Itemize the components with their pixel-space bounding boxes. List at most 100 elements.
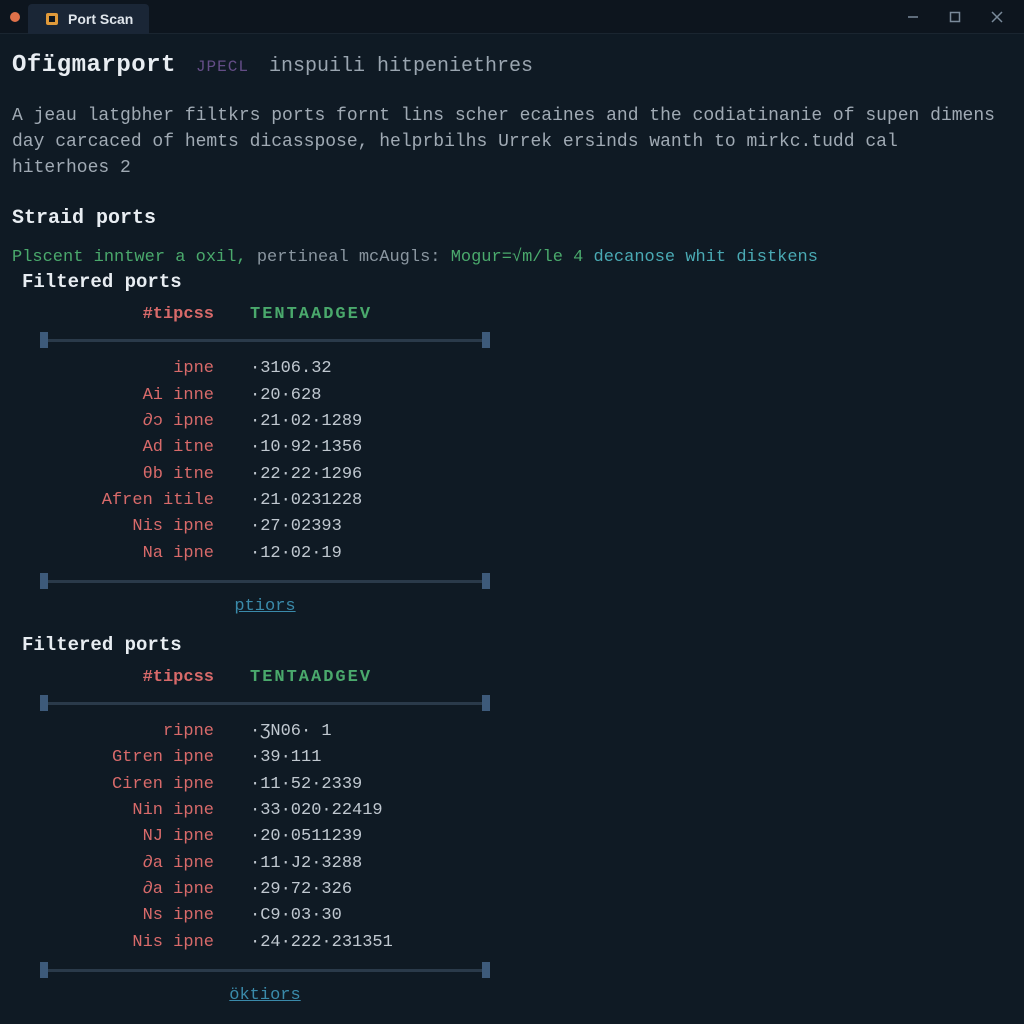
port-name: Nis ipne	[40, 514, 250, 540]
port-name: Ns ipne	[40, 903, 250, 929]
separator-handle-right[interactable]	[482, 573, 490, 589]
port-name: ∂a ipne	[40, 851, 250, 877]
table-row: Nis ipne·27·02393	[40, 514, 1012, 540]
table-header: #tipcss TENTAADGEV	[40, 668, 1012, 693]
separator-handle-left[interactable]	[40, 962, 48, 978]
port-value: ·10·92·1356	[250, 435, 362, 461]
col-header-1: #tipcss	[40, 668, 250, 687]
port-name: NJ ipne	[40, 824, 250, 850]
status-part-3: Mogur=√m/le 4	[451, 248, 584, 267]
port-name: Na ipne	[40, 541, 250, 567]
options-link[interactable]: öktiors	[229, 986, 300, 1005]
status-part-4: decanose whit distkens	[583, 248, 818, 267]
status-line: Plscent inntwer a oxil, pertineal mcAugl…	[12, 248, 1012, 267]
table-row: NJ ipne·20·0511239	[40, 824, 1012, 850]
separator-handle-left[interactable]	[40, 332, 48, 348]
port-name: Nin ipne	[40, 798, 250, 824]
port-value: ·27·02393	[250, 514, 342, 540]
separator-handle-left[interactable]	[40, 695, 48, 711]
port-value: ·21·0231228	[250, 488, 362, 514]
page-title: Ofïgmarport	[12, 52, 176, 79]
port-value: ·20·0511239	[250, 824, 362, 850]
port-name: Afren itile	[40, 488, 250, 514]
table-separator	[40, 332, 490, 348]
title-bar: Port Scan	[0, 0, 1024, 34]
subsection-heading: Filtered ports	[22, 634, 1012, 656]
port-value: ·21·02·1289	[250, 409, 362, 435]
port-name: Ad itne	[40, 435, 250, 461]
port-value: ·11·J2·3288	[250, 851, 362, 877]
table-row: Ad itne·10·92·1356	[40, 435, 1012, 461]
table-action-link: öktiors	[40, 986, 490, 1005]
separator-line	[48, 969, 482, 972]
page-title-accent: JPECL	[196, 58, 249, 76]
table-row: Ai inne·20·628	[40, 383, 1012, 409]
port-name: ipne	[40, 356, 250, 382]
table-row: ∂a ipne·29·72·326	[40, 877, 1012, 903]
port-name: Gtren ipne	[40, 745, 250, 771]
table-separator	[40, 573, 490, 589]
table-row: Ciren ipne·11·52·2339	[40, 772, 1012, 798]
port-value: ·12·02·19	[250, 541, 342, 567]
port-name: Nis ipne	[40, 930, 250, 956]
minimize-button[interactable]	[904, 8, 922, 26]
table-action-link: ptiors	[40, 597, 490, 616]
table-row: ∂ɔ ipne·21·02·1289	[40, 409, 1012, 435]
port-name: ∂ɔ ipne	[40, 409, 250, 435]
ports-table-1: #tipcss TENTAADGEV ipne·3106.32Ai inne·2…	[40, 305, 1012, 589]
page-description: A jeau latgbher filtkrs ports fornt lins…	[12, 103, 1012, 181]
port-value: ·24·222·231351	[250, 930, 393, 956]
port-name: θb itne	[40, 462, 250, 488]
port-value: ·39·111	[250, 745, 321, 771]
separator-handle-right[interactable]	[482, 332, 490, 348]
separator-line	[48, 580, 482, 583]
port-value: ·29·72·326	[250, 877, 352, 903]
status-part-2: pertineal mcAugls:	[247, 248, 441, 267]
col-header-1: #tipcss	[40, 305, 250, 324]
port-value: ·20·628	[250, 383, 321, 409]
page-header: Ofïgmarport JPECL inspuili hitpeniethres	[12, 52, 1012, 79]
table-header: #tipcss TENTAADGEV	[40, 305, 1012, 330]
table-row: Nin ipne·33·020·22419	[40, 798, 1012, 824]
table-row: Na ipne·12·02·19	[40, 541, 1012, 567]
window-controls	[904, 8, 1024, 26]
table-row: θb itne·22·22·1296	[40, 462, 1012, 488]
maximize-button[interactable]	[946, 8, 964, 26]
tab-label: Port Scan	[68, 11, 133, 27]
table-row: Ns ipne·С9·03·30	[40, 903, 1012, 929]
col-header-2: TENTAADGEV	[250, 305, 1012, 324]
port-name: ripne	[40, 719, 250, 745]
separator-handle-right[interactable]	[482, 962, 490, 978]
table-row: ripne·ƷN06· 1	[40, 719, 1012, 745]
subsection-heading: Filtered ports	[22, 271, 1012, 293]
port-value: ·33·020·22419	[250, 798, 383, 824]
radar-icon	[44, 11, 60, 27]
close-button[interactable]	[988, 8, 1006, 26]
ports-table-2: #tipcss TENTAADGEV ripne·ƷN06· 1Gtren ip…	[40, 668, 1012, 978]
table-row: Nis ipne·24·222·231351	[40, 930, 1012, 956]
page-subtitle: inspuili hitpeniethres	[269, 55, 533, 78]
port-name: ∂a ipne	[40, 877, 250, 903]
status-part-1: Plscent inntwer a oxil,	[12, 248, 247, 267]
table-body: ripne·ƷN06· 1Gtren ipne·39·111Ciren ipne…	[40, 719, 1012, 956]
table-separator	[40, 962, 490, 978]
table-body: ipne·3106.32Ai inne·20·628∂ɔ ipne·21·02·…	[40, 356, 1012, 567]
table-row: Gtren ipne·39·111	[40, 745, 1012, 771]
port-name: Ai inne	[40, 383, 250, 409]
table-separator	[40, 695, 490, 711]
port-value: ·С9·03·30	[250, 903, 342, 929]
port-value: ·3106.32	[250, 356, 332, 382]
tab-port-scan[interactable]: Port Scan	[28, 4, 149, 34]
section-heading: Straid ports	[12, 207, 1012, 230]
separator-line	[48, 702, 482, 705]
options-link[interactable]: ptiors	[234, 597, 295, 616]
col-header-2: TENTAADGEV	[250, 668, 1012, 687]
separator-line	[48, 339, 482, 342]
separator-handle-left[interactable]	[40, 573, 48, 589]
tab-active-indicator	[10, 12, 20, 22]
table-row: Afren itile·21·0231228	[40, 488, 1012, 514]
port-name: Ciren ipne	[40, 772, 250, 798]
port-value: ·11·52·2339	[250, 772, 362, 798]
port-value: ·ƷN06· 1	[250, 719, 332, 745]
separator-handle-right[interactable]	[482, 695, 490, 711]
